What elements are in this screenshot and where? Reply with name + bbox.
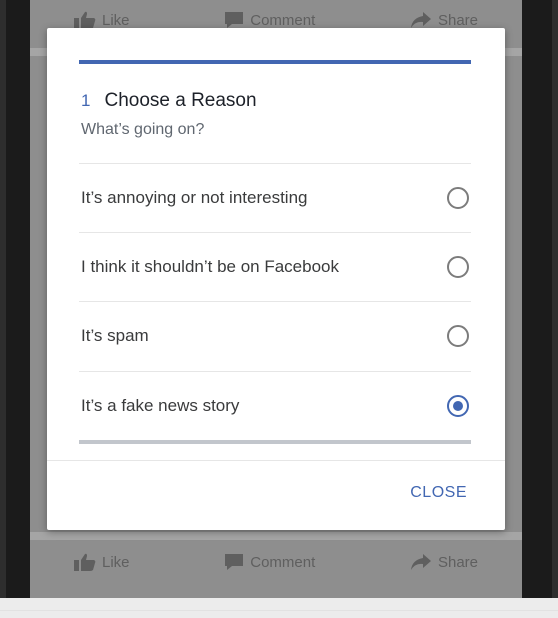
radio-button[interactable] (447, 187, 469, 209)
radio-button-selected[interactable] (447, 395, 469, 417)
share-arrow-icon (410, 554, 431, 570)
comment-label: Comment (250, 11, 316, 29)
feed-separator-bottom (30, 532, 522, 540)
reason-option-annoying[interactable]: It’s annoying or not interesting (79, 164, 471, 232)
reason-label: It’s a fake news story (81, 396, 240, 415)
comment-icon (225, 554, 244, 570)
like-label: Like (102, 11, 130, 29)
dialog-title-text: Choose a Reason (104, 90, 257, 111)
scroll-indicator-bar (79, 440, 471, 444)
share-label: Share (437, 553, 478, 571)
radio-button[interactable] (447, 256, 469, 278)
radio-button[interactable] (447, 325, 469, 347)
like-action-bottom[interactable]: Like (74, 553, 130, 571)
step-number: 1 (81, 91, 91, 110)
share-action-bottom[interactable]: Share (410, 553, 478, 571)
dialog-title: 1 Choose a Reason (81, 90, 257, 112)
page-bottom-strip (0, 598, 558, 618)
thumbs-up-icon (74, 553, 96, 571)
comment-action-top[interactable]: Comment (224, 11, 315, 29)
phone-edge-right (552, 0, 558, 598)
close-button[interactable]: CLOSE (410, 484, 467, 502)
phone-edge-left (0, 0, 6, 598)
comment-icon (225, 12, 244, 28)
reason-option-fake-news[interactable]: It’s a fake news story (79, 372, 471, 440)
like-action-top[interactable]: Like (74, 11, 130, 29)
step-progress-bar (79, 60, 471, 64)
comment-label: Comment (250, 553, 316, 571)
report-dialog: 1 Choose a Reason What’s going on? It’s a… (47, 28, 505, 530)
share-action-top[interactable]: Share (410, 11, 478, 29)
reason-label: It’s annoying or not interesting (81, 188, 308, 207)
reason-label: I think it shouldn’t be on Facebook (81, 257, 339, 276)
thumbs-up-icon (74, 11, 96, 29)
page-bottom-line (0, 610, 558, 611)
share-arrow-icon (410, 12, 431, 28)
reason-label: It’s spam (81, 326, 149, 345)
dialog-subtitle: What’s going on? (81, 121, 205, 138)
share-label: Share (437, 11, 478, 29)
footer-divider (47, 460, 505, 461)
reason-option-spam[interactable]: It’s spam (79, 302, 471, 370)
post-action-bar-bottom: Like Comment Share (30, 544, 522, 580)
comment-action-bottom[interactable]: Comment (224, 553, 315, 571)
reason-option-not-on-facebook[interactable]: I think it shouldn’t be on Facebook (79, 233, 471, 301)
like-label: Like (102, 553, 130, 571)
